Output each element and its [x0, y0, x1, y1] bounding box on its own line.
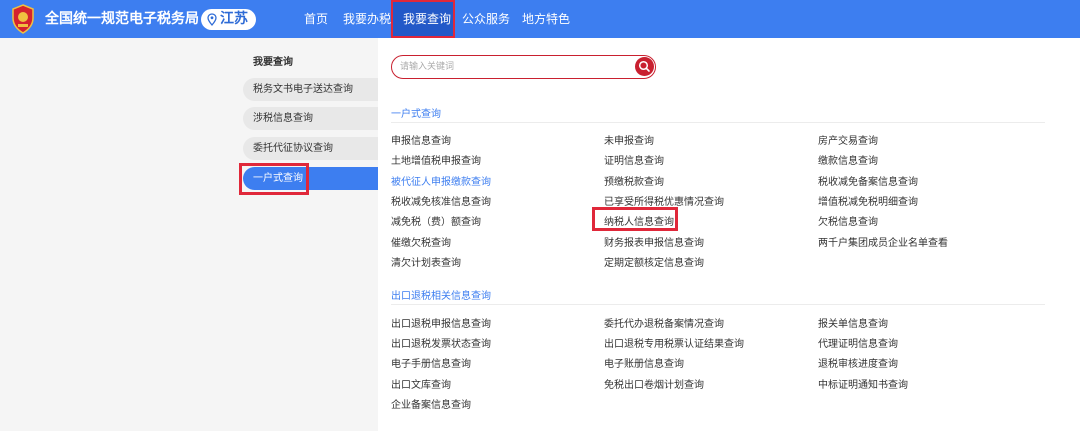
link-tax-reduction-filing[interactable]: 税收减免备案信息查询 [818, 173, 918, 188]
link-tax-exemption-amount[interactable]: 减免税（费）额查询 [391, 213, 481, 228]
location-pin-icon [207, 13, 217, 26]
search-input[interactable] [400, 59, 620, 75]
link-export-refund-declaration[interactable]: 出口退税申报信息查询 [391, 315, 491, 330]
link-property-transaction[interactable]: 房产交易查询 [818, 132, 878, 147]
nav-query[interactable]: 我要查询 [403, 0, 451, 38]
search-button[interactable] [635, 57, 654, 76]
region-label: 江苏 [220, 11, 248, 27]
link-enterprise-filing[interactable]: 企业备案信息查询 [391, 396, 471, 411]
taxpayer-info-highlight-box [592, 207, 678, 231]
sidebar-item-entrusted-agreement[interactable]: 委托代征协议查询 [243, 137, 378, 160]
link-fixed-quota[interactable]: 定期定额核定信息查询 [604, 254, 704, 269]
section-divider [391, 304, 1045, 305]
link-customs-declaration[interactable]: 报关单信息查询 [818, 315, 888, 330]
link-financial-statement[interactable]: 财务报表申报信息查询 [604, 234, 704, 249]
link-e-manual[interactable]: 电子手册信息查询 [391, 355, 471, 370]
section-divider [391, 122, 1045, 123]
link-refund-review-progress[interactable]: 退税审核进度查询 [818, 355, 898, 370]
nav-home[interactable]: 首页 [304, 0, 328, 38]
link-group-member-list[interactable]: 两千户集团成员企业名单查看 [818, 234, 948, 249]
site-title[interactable]: 全国统一规范电子税务局 [45, 0, 199, 38]
sidebar-item-tax-info[interactable]: 涉税信息查询 [243, 107, 378, 130]
link-cigarette-export-plan[interactable]: 免税出口卷烟计划查询 [604, 376, 704, 391]
link-certificate-info[interactable]: 证明信息查询 [604, 152, 664, 167]
section-title-one-household: 一户式查询 [391, 109, 441, 120]
region-selector[interactable]: 江苏 [201, 9, 256, 30]
link-e-ledger[interactable]: 电子账册信息查询 [604, 355, 684, 370]
nav-public-service[interactable]: 公众服务 [462, 0, 510, 38]
link-entrusted-refund-filing[interactable]: 委托代办退税备案情况查询 [604, 315, 724, 330]
sidebar-item-tax-document-delivery[interactable]: 税务文书电子送达查询 [243, 78, 378, 101]
link-refund-ticket-certification[interactable]: 出口退税专用税票认证结果查询 [604, 335, 744, 350]
link-bid-certificate-notice[interactable]: 中标证明通知书查询 [818, 376, 908, 391]
top-navigation-bar: 全国统一规范电子税务局 江苏 首页 我要办税 我要查询 公众服务 地方特色 [0, 0, 1080, 38]
link-income-tax-preference[interactable]: 已享受所得税优惠情况查询 [604, 193, 724, 208]
link-agency-certificate[interactable]: 代理证明信息查询 [818, 335, 898, 350]
link-declaration-info[interactable]: 申报信息查询 [391, 132, 451, 147]
search-icon [638, 60, 650, 72]
section-title-export-refund: 出口退税相关信息查询 [391, 291, 491, 302]
sidebar-highlight-box [239, 163, 309, 195]
link-prepaid-tax[interactable]: 预缴税款查询 [604, 173, 664, 188]
nav-local-features[interactable]: 地方特色 [522, 0, 570, 38]
link-undeclared[interactable]: 未申报查询 [604, 132, 654, 147]
link-arrears-info[interactable]: 欠税信息查询 [818, 213, 878, 228]
link-export-library[interactable]: 出口文库查询 [391, 376, 451, 391]
link-land-vat-declaration[interactable]: 土地增值税申报查询 [391, 152, 481, 167]
link-collected-payer-declaration[interactable]: 被代征人申报缴款查询 [391, 173, 491, 188]
link-arrears-plan[interactable]: 清欠计划表查询 [391, 254, 461, 269]
link-payment-info[interactable]: 缴款信息查询 [818, 152, 878, 167]
link-arrears-collection[interactable]: 催缴欠税查询 [391, 234, 451, 249]
tax-emblem-logo [12, 4, 34, 34]
search-box [391, 55, 656, 79]
link-export-invoice-status[interactable]: 出口退税发票状态查询 [391, 335, 491, 350]
link-vat-reduction-detail[interactable]: 增值税减免税明细查询 [818, 193, 918, 208]
link-tax-reduction-approval[interactable]: 税收减免核准信息查询 [391, 193, 491, 208]
nav-tax-handling[interactable]: 我要办税 [343, 0, 391, 38]
sidebar-title: 我要查询 [253, 57, 293, 68]
